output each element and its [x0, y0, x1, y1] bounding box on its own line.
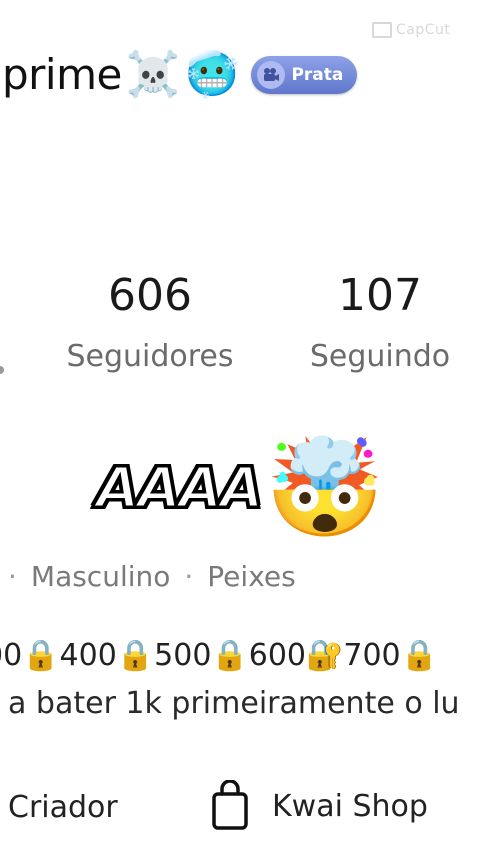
- capcut-watermark: CapCut: [372, 22, 450, 38]
- profile-bottom-actions: Criador Kwai Shop: [0, 779, 480, 850]
- skull-crossbones-emoji-icon: ☠️: [125, 48, 181, 100]
- bio-description: a bater 1k primeiramente o lu: [8, 686, 460, 721]
- following-label: Seguindo: [309, 339, 451, 374]
- profile-name: prime: [2, 50, 122, 99]
- creator-button[interactable]: Criador: [8, 790, 118, 825]
- exploding-head-emoji-icon: 🤯: [265, 432, 385, 544]
- zodiac-tag: Peixes: [207, 560, 296, 593]
- badge-label: Prata: [291, 64, 344, 85]
- profile-stats: 606 Seguidores 107 Seguindo: [0, 270, 480, 390]
- followers-count: 606: [108, 270, 192, 321]
- watermark-text: CapCut: [396, 22, 451, 38]
- capcut-logo-icon: [372, 22, 392, 38]
- following-count: 107: [338, 270, 422, 321]
- gender-tag: Masculino: [30, 560, 171, 593]
- bio-progress-line: 00🔒400🔒500🔒600🔐700🔒: [0, 638, 438, 673]
- kwai-shop-label: Kwai Shop: [272, 788, 428, 824]
- tag-separator: ·: [8, 560, 17, 593]
- profile-header: prime ☠️ 🥶 Prata: [2, 48, 358, 100]
- followers-stat[interactable]: 606 Seguidores: [58, 270, 242, 374]
- level-badge[interactable]: Prata: [251, 55, 358, 94]
- followers-label: Seguidores: [66, 339, 234, 374]
- shopping-bag-icon: [210, 779, 250, 832]
- following-stat[interactable]: 107 Seguindo: [300, 270, 460, 374]
- bio-title: AAAA 🤯: [94, 432, 385, 544]
- bio-title-text: AAAA: [94, 454, 264, 522]
- profile-tags: · Masculino · Peixes: [8, 560, 296, 593]
- video-camera-icon: [257, 60, 286, 89]
- kwai-shop-button[interactable]: Kwai Shop: [210, 779, 428, 832]
- cold-face-emoji-icon: 🥶: [184, 48, 240, 100]
- tag-separator: ·: [184, 560, 194, 593]
